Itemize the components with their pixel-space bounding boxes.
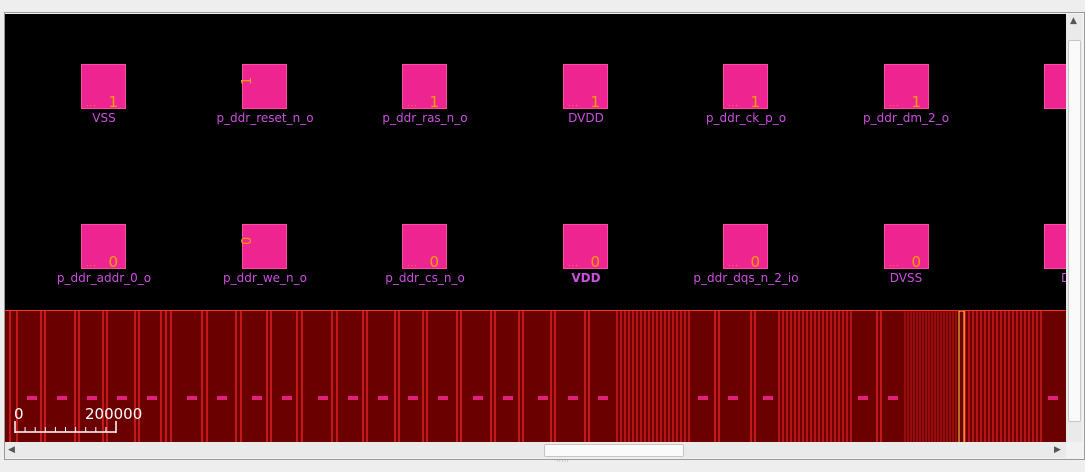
- vertical-scroll-thumb[interactable]: [1068, 40, 1081, 422]
- rail-marker: [503, 396, 513, 400]
- pad-dots: ...: [86, 259, 97, 268]
- pad-dots: ...: [728, 259, 739, 268]
- pad-number: 0: [911, 253, 921, 271]
- pad-top-7[interactable]: [1044, 64, 1066, 109]
- rail-marker: [473, 396, 483, 400]
- pad-label: p_ddr_reset_n_o: [216, 111, 314, 125]
- pad-bottom-5[interactable]: ... 0: [723, 224, 768, 271]
- rail-marker: [438, 396, 448, 400]
- rail-marker: [217, 396, 227, 400]
- scale-start-label: 0: [14, 405, 24, 423]
- scroll-left-icon[interactable]: ◀: [8, 445, 15, 455]
- pad-number-rotated: 0: [240, 236, 255, 245]
- layout-canvas[interactable]: ... 1 VSS 1 p_ddr_reset_n_o ... 1 p_ddr_…: [5, 14, 1066, 442]
- rail-marker: [698, 396, 708, 400]
- rail-marker: [408, 396, 418, 400]
- pad-label: p_ddr_addr_0_o: [56, 271, 152, 285]
- rail-marker: [348, 396, 358, 400]
- rail-marker: [598, 396, 608, 400]
- pad-top-6[interactable]: ... 1: [884, 64, 929, 111]
- pad-label: DVDD: [568, 111, 604, 125]
- pad-number: 1: [429, 93, 439, 111]
- rail-marker: [538, 396, 548, 400]
- pad-number: 1: [911, 93, 921, 111]
- pad-number: 1: [750, 93, 760, 111]
- pad-top-4[interactable]: ... 1: [563, 64, 608, 111]
- pad-top-3[interactable]: ... 1: [402, 64, 447, 111]
- rail-marker: [27, 396, 37, 400]
- scroll-up-icon[interactable]: ▲: [1070, 16, 1077, 26]
- rail-marker: [568, 396, 578, 400]
- scale-end-label: 200000: [85, 405, 143, 423]
- rail-marker: [888, 396, 898, 400]
- pad-number: 1: [590, 93, 600, 111]
- pad-top-1[interactable]: ... 1: [81, 64, 126, 111]
- scale-ruler: [14, 421, 117, 433]
- pad-bottom-3[interactable]: ... 0: [402, 224, 447, 271]
- pad-bottom-6[interactable]: ... 0: [884, 224, 929, 271]
- rail-marker: [187, 396, 197, 400]
- pad-label: p_ddr_ck_p_o: [705, 111, 787, 125]
- pad-dots: ...: [728, 99, 739, 108]
- io-rail[interactable]: [5, 310, 1066, 442]
- io-rail-lines: [9, 311, 1058, 442]
- pad-dots: ...: [889, 99, 900, 108]
- pad-dots: ...: [568, 259, 579, 268]
- rail-marker: [147, 396, 157, 400]
- pad-dots: ...: [86, 99, 97, 108]
- rail-marker: [378, 396, 388, 400]
- pad-top-2[interactable]: 1: [240, 64, 287, 109]
- horizontal-scrollbar[interactable]: ◀ ▶: [5, 442, 1066, 458]
- rail-marker: [57, 396, 67, 400]
- horizontal-scroll-thumb[interactable]: [544, 444, 684, 457]
- rail-marker: [282, 396, 292, 400]
- pad-top-5[interactable]: ... 1: [723, 64, 768, 111]
- resize-grip-icon[interactable]: ·····: [556, 458, 576, 466]
- rail-marker: [858, 396, 868, 400]
- pad-label: p_ddr_dqs_n_2_io: [693, 271, 799, 285]
- pad-label: p_ddr_ras_n_o: [382, 111, 468, 125]
- pad-bottom-7[interactable]: [1044, 224, 1066, 269]
- pad-bottom-4[interactable]: ... 0: [563, 224, 608, 271]
- scroll-right-icon[interactable]: ▶: [1054, 445, 1061, 455]
- pad-bottom-1[interactable]: ... 0: [81, 224, 126, 271]
- pad-dots: ...: [889, 259, 900, 268]
- pad-number: 0: [108, 253, 118, 271]
- rail-marker: [252, 396, 262, 400]
- pad-dots: ...: [568, 99, 579, 108]
- pad-label: DVSS: [889, 271, 923, 285]
- scale-bar: 0 200000: [14, 405, 142, 435]
- pad-label: p_ddr_cs_n_o: [385, 271, 465, 285]
- pad-label: p_ddr_we_n_o: [223, 271, 307, 285]
- pad-bottom-2[interactable]: 0: [240, 224, 287, 269]
- pad-number: 0: [590, 253, 600, 271]
- vertical-scrollbar[interactable]: ▲: [1066, 14, 1082, 442]
- rail-marker: [318, 396, 328, 400]
- rail-highlight: [958, 311, 965, 442]
- rail-marker: [728, 396, 738, 400]
- pad-dots: ...: [407, 259, 418, 268]
- pad-label: VDD: [571, 271, 601, 285]
- pad-dots: ...: [407, 99, 418, 108]
- rail-marker: [87, 396, 97, 400]
- pad-label: VSS: [92, 111, 116, 125]
- pad-number: 1: [108, 93, 118, 111]
- rail-marker: [117, 396, 127, 400]
- pad-number: 0: [750, 253, 760, 271]
- pad-number: 0: [429, 253, 439, 271]
- rail-marker: [1048, 396, 1058, 400]
- rail-marker: [763, 396, 773, 400]
- pad-number-rotated: 1: [240, 76, 255, 85]
- pad-label: p_ddr_dm_2_o: [862, 111, 950, 125]
